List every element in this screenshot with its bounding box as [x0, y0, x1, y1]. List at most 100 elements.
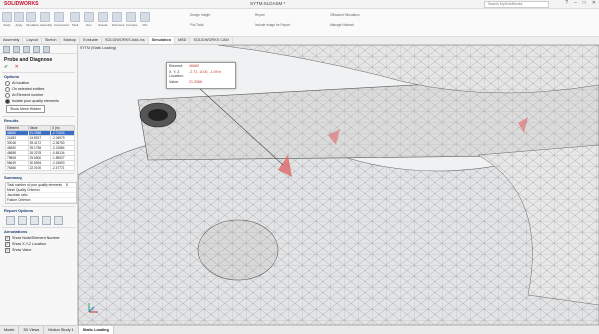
radio-icon	[5, 80, 10, 86]
summary-grid: Total number of poor quality elements 8 M…	[5, 182, 77, 204]
design-insight-item[interactable]: Design Insight	[190, 13, 210, 17]
tab-layout[interactable]: Layout	[23, 37, 42, 44]
tab-cam[interactable]: SOLIDWORKS CAM	[190, 37, 233, 44]
ok-button[interactable]: ✔	[4, 64, 8, 70]
excel-export-icon[interactable]	[18, 216, 27, 225]
plot-icon	[140, 12, 150, 22]
results-icon	[98, 12, 108, 22]
mesh-model	[78, 45, 599, 325]
ribbon-results-button[interactable]: Results	[98, 12, 108, 27]
study-icon	[2, 12, 12, 22]
report-options-section: Report Options	[2, 206, 75, 225]
property-manager-icon[interactable]	[13, 45, 20, 53]
ok-cancel-bar: ✔ ✕	[0, 64, 77, 70]
probe-location-row: X, Y, Z Location: -2.71, -8.00, -1.09 in	[169, 70, 222, 78]
offloaded-simulation-item[interactable]: Offloaded Simulation	[330, 13, 360, 17]
tab-sketch[interactable]: Sketch	[42, 37, 61, 44]
table-row[interactable]: 46650 39.1756 -2.21584	[5, 145, 76, 151]
ribbon-assembly-button[interactable]: Assembly	[40, 12, 52, 27]
maximize-icon[interactable]: □	[583, 0, 586, 6]
display-manager-icon[interactable]	[43, 45, 50, 53]
run-icon	[84, 12, 94, 22]
feature-tree-icon[interactable]	[3, 45, 10, 53]
checkbox-checked-icon: ✓	[5, 241, 10, 247]
chart-icon[interactable]	[54, 216, 63, 225]
manage-network-item[interactable]: Manage Network	[330, 23, 354, 27]
tab-addins[interactable]: SOLIDWORKS Add-Ins	[102, 37, 149, 44]
summary-header[interactable]: Summary	[2, 173, 75, 181]
table-row[interactable]: 24483 24.8917 -2.04979	[5, 135, 76, 141]
results-table: Element Value X (in) 46660 21.2968 -2.7102…	[5, 125, 76, 171]
annotations-section: Annotations ✓ Show Node/Element Number ✓ S…	[2, 227, 75, 253]
app-logo: SOLIDWORKS	[4, 1, 39, 7]
include-image-item[interactable]: Include Image for Report	[255, 23, 290, 27]
compare-icon	[126, 12, 136, 22]
feature-tree-flyout[interactable]: SYTM (Static Loading)	[80, 46, 116, 50]
checkbox-checked-icon: ✓	[5, 235, 10, 241]
report-options-header[interactable]: Report Options	[2, 206, 75, 214]
plot-export-icon[interactable]	[30, 216, 39, 225]
ribbon-plot-button[interactable]: Plot	[140, 12, 150, 27]
plot-tools-item[interactable]: Plot Tools	[190, 23, 204, 27]
close-icon[interactable]: ✕	[592, 0, 596, 6]
ribbon-study-button[interactable]: Study	[2, 12, 12, 27]
ribbon-simulation-button[interactable]: Simulation	[26, 12, 39, 27]
title-bar: SOLIDWORKS SYTM.SLDASM * Search MySolidW…	[0, 0, 599, 9]
results-header[interactable]: Results	[2, 116, 75, 124]
panel-title: Probe and Diagnose	[4, 57, 53, 63]
radio-icon	[5, 86, 10, 92]
graphics-area[interactable]: SYTM (Static Loading) Element: 46660 X, Y…	[78, 45, 599, 325]
table-row[interactable]: 76466 22.0100 -2.47771	[5, 165, 76, 171]
deformed-icon	[112, 12, 122, 22]
sensor-icon[interactable]	[42, 216, 51, 225]
probe-callout: Element: 46660 X, Y, Z Location: -2.71, -8…	[166, 62, 236, 89]
tab-mbd[interactable]: MBD	[175, 37, 191, 44]
configuration-icon[interactable]	[23, 45, 30, 53]
panel-toolbar	[0, 45, 77, 54]
apply-icon	[14, 12, 24, 22]
dimxpert-icon[interactable]	[33, 45, 40, 53]
help-icon[interactable]: ?	[565, 0, 568, 6]
ribbon-deformed-button[interactable]: Deformed	[112, 12, 124, 27]
checkbox-checked-icon: ✓	[5, 247, 10, 253]
table-row[interactable]: 30048 39.4172 -2.36750	[5, 140, 76, 146]
ribbon-connections-button[interactable]: Connections	[54, 12, 70, 27]
ribbon-apply-button[interactable]: Apply	[14, 12, 24, 27]
report-item[interactable]: Report	[255, 13, 265, 17]
save-report-icon[interactable]	[6, 216, 15, 225]
left-cylinder-mesh	[198, 220, 278, 280]
tab-evaluate[interactable]: Evaluate	[80, 37, 102, 44]
minimize-icon[interactable]: –	[574, 0, 577, 6]
command-tabs: Assembly Layout Sketch Markup Evaluate S…	[0, 37, 599, 45]
axis-triad-icon	[88, 303, 98, 313]
tab-simulation[interactable]: Simulation	[148, 37, 176, 44]
ribbon-run-button[interactable]: Run	[84, 12, 94, 27]
show-value-checkbox[interactable]: ✓ Show Value	[2, 247, 75, 253]
tab-markup[interactable]: Markup	[60, 37, 81, 44]
property-manager: Probe and Diagnose ✔ ✕ Options At locati…	[0, 45, 78, 325]
connections-icon	[54, 12, 64, 22]
table-row[interactable]: 56649 30.8594 -2.24500	[5, 160, 76, 166]
report-icons	[6, 216, 71, 225]
document-title: SYTM.SLDASM *	[250, 1, 286, 6]
simulation-icon	[26, 12, 36, 22]
annotations-header[interactable]: Annotations	[2, 227, 75, 235]
shell-icon	[70, 12, 80, 22]
ribbon-compare-button[interactable]: Compare	[126, 12, 138, 27]
window-controls: ? – □ ✕	[565, 0, 596, 6]
cancel-button[interactable]: ✕	[15, 64, 19, 70]
table-row[interactable]: 46660 21.2968 -2.71024	[5, 130, 76, 136]
options-section: Options At location On selected entities…	[2, 72, 75, 114]
table-row[interactable]: 79808 25.6500 -1.89927	[5, 155, 76, 161]
tab-assembly[interactable]: Assembly	[0, 37, 24, 44]
summary-row: Failure Criterion	[6, 198, 76, 203]
search-input[interactable]: Search MySolidWorks	[484, 1, 549, 8]
radio-icon	[5, 92, 10, 98]
summary-section: Summary Total number of poor quality ele…	[2, 173, 77, 204]
option-isolate-poor[interactable]: Isolate poor quality elements	[2, 98, 75, 104]
show-mesh-hidden-button[interactable]: Show Mesh Hidden	[6, 105, 46, 113]
options-header[interactable]: Options	[2, 72, 75, 80]
table-row[interactable]: 48688 26.3278 -0.65134	[5, 150, 76, 156]
results-section: Results Element Value X (in) 46660 21.296…	[2, 116, 76, 171]
ribbon-shell-button[interactable]: Shell	[70, 12, 80, 27]
